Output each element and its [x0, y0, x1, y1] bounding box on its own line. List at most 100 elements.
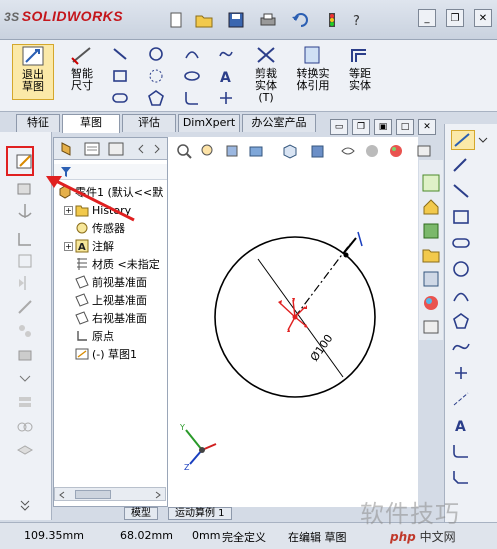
- arc-small-icon[interactable]: [451, 286, 471, 304]
- line-icon[interactable]: [112, 46, 128, 62]
- home-tab-icon[interactable]: [422, 198, 440, 216]
- configuration-tab-icon[interactable]: [106, 141, 126, 157]
- polygon-icon[interactable]: [148, 90, 164, 106]
- fillet-icon[interactable]: [184, 90, 200, 106]
- polygon-small-icon[interactable]: [451, 312, 471, 330]
- stack-icon[interactable]: [16, 394, 34, 412]
- arc-icon[interactable]: [184, 46, 200, 62]
- anchor-icon[interactable]: [16, 202, 34, 220]
- line-small-icon[interactable]: [451, 182, 471, 200]
- tab-motion-study[interactable]: 运动算例 1: [168, 507, 232, 520]
- scene-icon[interactable]: [388, 143, 404, 159]
- expand-icon[interactable]: [16, 370, 34, 388]
- ellipse-icon[interactable]: [184, 68, 200, 84]
- view-settings-icon[interactable]: [416, 143, 432, 159]
- tab-sketch[interactable]: 草图: [62, 114, 120, 133]
- doc-restore-button[interactable]: ❐: [352, 119, 370, 135]
- expand-icon[interactable]: +: [64, 241, 73, 251]
- circle-small-icon[interactable]: [451, 260, 471, 278]
- tree-item-right-plane[interactable]: 右视基准面: [75, 310, 147, 326]
- diameter-dimension-label[interactable]: Ø100: [308, 332, 336, 364]
- tab-dimxpert[interactable]: DimXpert: [178, 114, 240, 132]
- move-icon[interactable]: [16, 252, 34, 270]
- restore-button[interactable]: ❐: [446, 9, 464, 27]
- zoom-to-fit-icon[interactable]: [176, 143, 192, 159]
- tree-item-annotations[interactable]: + A 注解: [64, 238, 114, 254]
- circle-endpoint[interactable]: [343, 252, 349, 258]
- resources-tab-icon[interactable]: [422, 174, 440, 192]
- file-explorer-tab-icon[interactable]: [422, 246, 440, 264]
- undo-icon[interactable]: [286, 8, 314, 32]
- minimize-button[interactable]: _: [418, 9, 436, 27]
- chain-icon[interactable]: [16, 418, 34, 436]
- centerpoint-arc-icon[interactable]: [148, 68, 164, 84]
- print-icon[interactable]: [254, 8, 282, 32]
- dropdown-icon[interactable]: [477, 134, 489, 146]
- appearance-icon[interactable]: [364, 143, 380, 159]
- rectangle-icon[interactable]: [112, 68, 128, 84]
- tab-office-products[interactable]: 办公室产品: [242, 114, 316, 132]
- hide-show-icon[interactable]: [340, 143, 356, 159]
- dimension-line[interactable]: [257, 258, 344, 378]
- chamfer-small-icon[interactable]: [451, 468, 471, 486]
- doc-close-button[interactable]: ✕: [418, 119, 436, 135]
- tabs-left-arrow-icon[interactable]: [134, 142, 148, 156]
- tab-model[interactable]: 模型: [124, 507, 158, 520]
- tree-item-sketch1[interactable]: (-) 草图1: [75, 346, 137, 362]
- circle-icon[interactable]: [148, 46, 164, 62]
- text-small-icon[interactable]: A: [451, 416, 471, 435]
- smart-dimension-button[interactable]: 智能尺寸: [62, 44, 102, 92]
- slot-small-icon[interactable]: [451, 234, 471, 252]
- new-file-icon[interactable]: [162, 8, 190, 32]
- close-button[interactable]: ✕: [474, 9, 492, 27]
- smart-dim-small-icon[interactable]: [451, 156, 471, 174]
- offset-entities-button[interactable]: 等距实体: [340, 44, 380, 92]
- tree-item-front-plane[interactable]: 前视基准面: [75, 274, 147, 290]
- tree-horizontal-scrollbar[interactable]: [54, 487, 166, 501]
- fillet-small-icon[interactable]: [451, 442, 471, 460]
- spline-small-icon[interactable]: [451, 338, 471, 356]
- design-library-tab-icon[interactable]: [422, 222, 440, 240]
- display-style-icon[interactable]: [310, 143, 326, 159]
- custom-properties-tab-icon[interactable]: [422, 318, 440, 336]
- help-icon[interactable]: ?: [344, 8, 372, 32]
- rectangle-small-icon[interactable]: [451, 208, 471, 226]
- view-orientation-icon[interactable]: [282, 143, 298, 159]
- tree-item-origin[interactable]: 原点: [75, 328, 114, 344]
- tabs-right-arrow-icon[interactable]: [150, 142, 164, 156]
- view-palette-tab-icon[interactable]: [422, 270, 440, 288]
- scroll-left-icon[interactable]: [57, 490, 67, 500]
- doc-tile-button[interactable]: ▣: [374, 119, 392, 135]
- tab-features[interactable]: 特征: [16, 114, 60, 132]
- doc-minimize-button[interactable]: ▭: [330, 119, 348, 135]
- zoom-area-icon[interactable]: [200, 143, 216, 159]
- mirror-icon[interactable]: [16, 274, 34, 292]
- relation-icon[interactable]: [16, 230, 34, 248]
- centerline-small-icon[interactable]: [451, 390, 471, 408]
- doc-maximize-button[interactable]: □: [396, 119, 414, 135]
- pencil-icon[interactable]: [16, 298, 34, 316]
- point-small-icon[interactable]: [451, 364, 471, 382]
- block-icon[interactable]: [16, 346, 34, 364]
- trim-entities-button[interactable]: 剪裁实体(T): [246, 44, 286, 104]
- 3d-sketch-icon[interactable]: [16, 180, 34, 198]
- save-icon[interactable]: [222, 8, 250, 32]
- scroll-right-icon[interactable]: [153, 490, 163, 500]
- layers-icon[interactable]: [16, 442, 34, 460]
- convert-entities-button[interactable]: 转换实体引用: [290, 44, 336, 92]
- spline-icon[interactable]: [218, 46, 234, 62]
- tree-item-top-plane[interactable]: 上视基准面: [75, 292, 147, 308]
- text-icon[interactable]: A: [218, 68, 234, 86]
- property-manager-tab-icon[interactable]: [82, 141, 102, 157]
- feature-tree-tab-icon[interactable]: [58, 141, 78, 157]
- rebuild-icon[interactable]: [318, 8, 346, 32]
- section-view-icon[interactable]: [248, 143, 264, 159]
- scroll-thumb[interactable]: [75, 490, 111, 499]
- more-chevron-icon[interactable]: [16, 496, 34, 514]
- open-folder-icon[interactable]: [190, 8, 218, 32]
- tree-item-material[interactable]: 材质 <未指定: [75, 256, 160, 272]
- exit-sketch-button[interactable]: 退出草图: [12, 44, 54, 100]
- point-icon[interactable]: [218, 90, 234, 106]
- slot-icon[interactable]: [112, 90, 128, 106]
- previous-view-icon[interactable]: [224, 143, 240, 159]
